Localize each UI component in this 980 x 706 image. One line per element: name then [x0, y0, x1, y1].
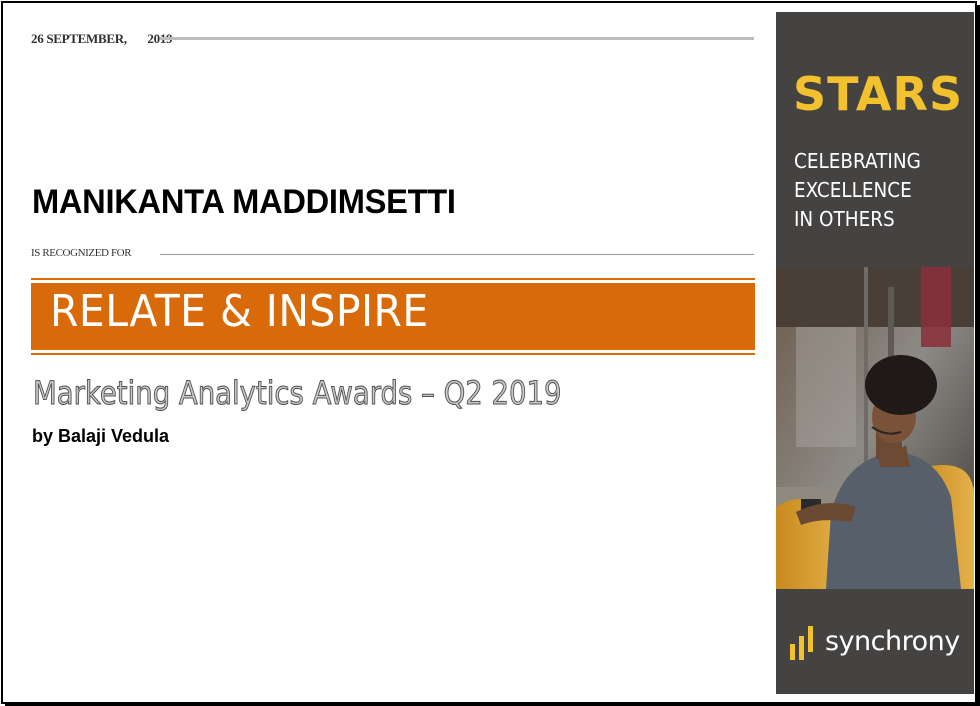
award-title: Marketing Analytics Awards – Q2 2019 [33, 374, 562, 413]
tagline-line-2: EXCELLENCE [794, 178, 912, 202]
border-shadow-bottom [5, 702, 980, 706]
stars-sidebar: STARS CELEBRATING EXCELLENCE IN OTHERS s… [776, 12, 974, 694]
person-photo [776, 267, 974, 589]
recipient-name: MANIKANTA MADDIMSETTI [32, 183, 456, 221]
border-shadow-right [976, 5, 980, 706]
certificate-date: 26 SEPTEMBER, 2019 [31, 31, 173, 46]
tagline: CELEBRATING EXCELLENCE IN OTHERS [794, 147, 921, 234]
synchrony-wordmark: synchrony [825, 626, 960, 657]
tagline-line-3: IN OTHERS [794, 207, 895, 231]
synchrony-mark-icon [790, 626, 813, 660]
category-band-top-rule [31, 278, 755, 280]
tagline-line-1: CELEBRATING [794, 149, 921, 173]
date-divider [160, 37, 754, 40]
synchrony-logo: synchrony [790, 622, 960, 662]
recognized-divider [160, 254, 754, 255]
stars-logo: STARS [793, 67, 964, 121]
category-band-bottom-rule [31, 353, 755, 355]
presenter: by Balaji Vedula [32, 426, 170, 446]
category-title: RELATE & INSPIRE [50, 286, 429, 337]
recognized-label: IS RECOGNIZED FOR [31, 247, 132, 259]
